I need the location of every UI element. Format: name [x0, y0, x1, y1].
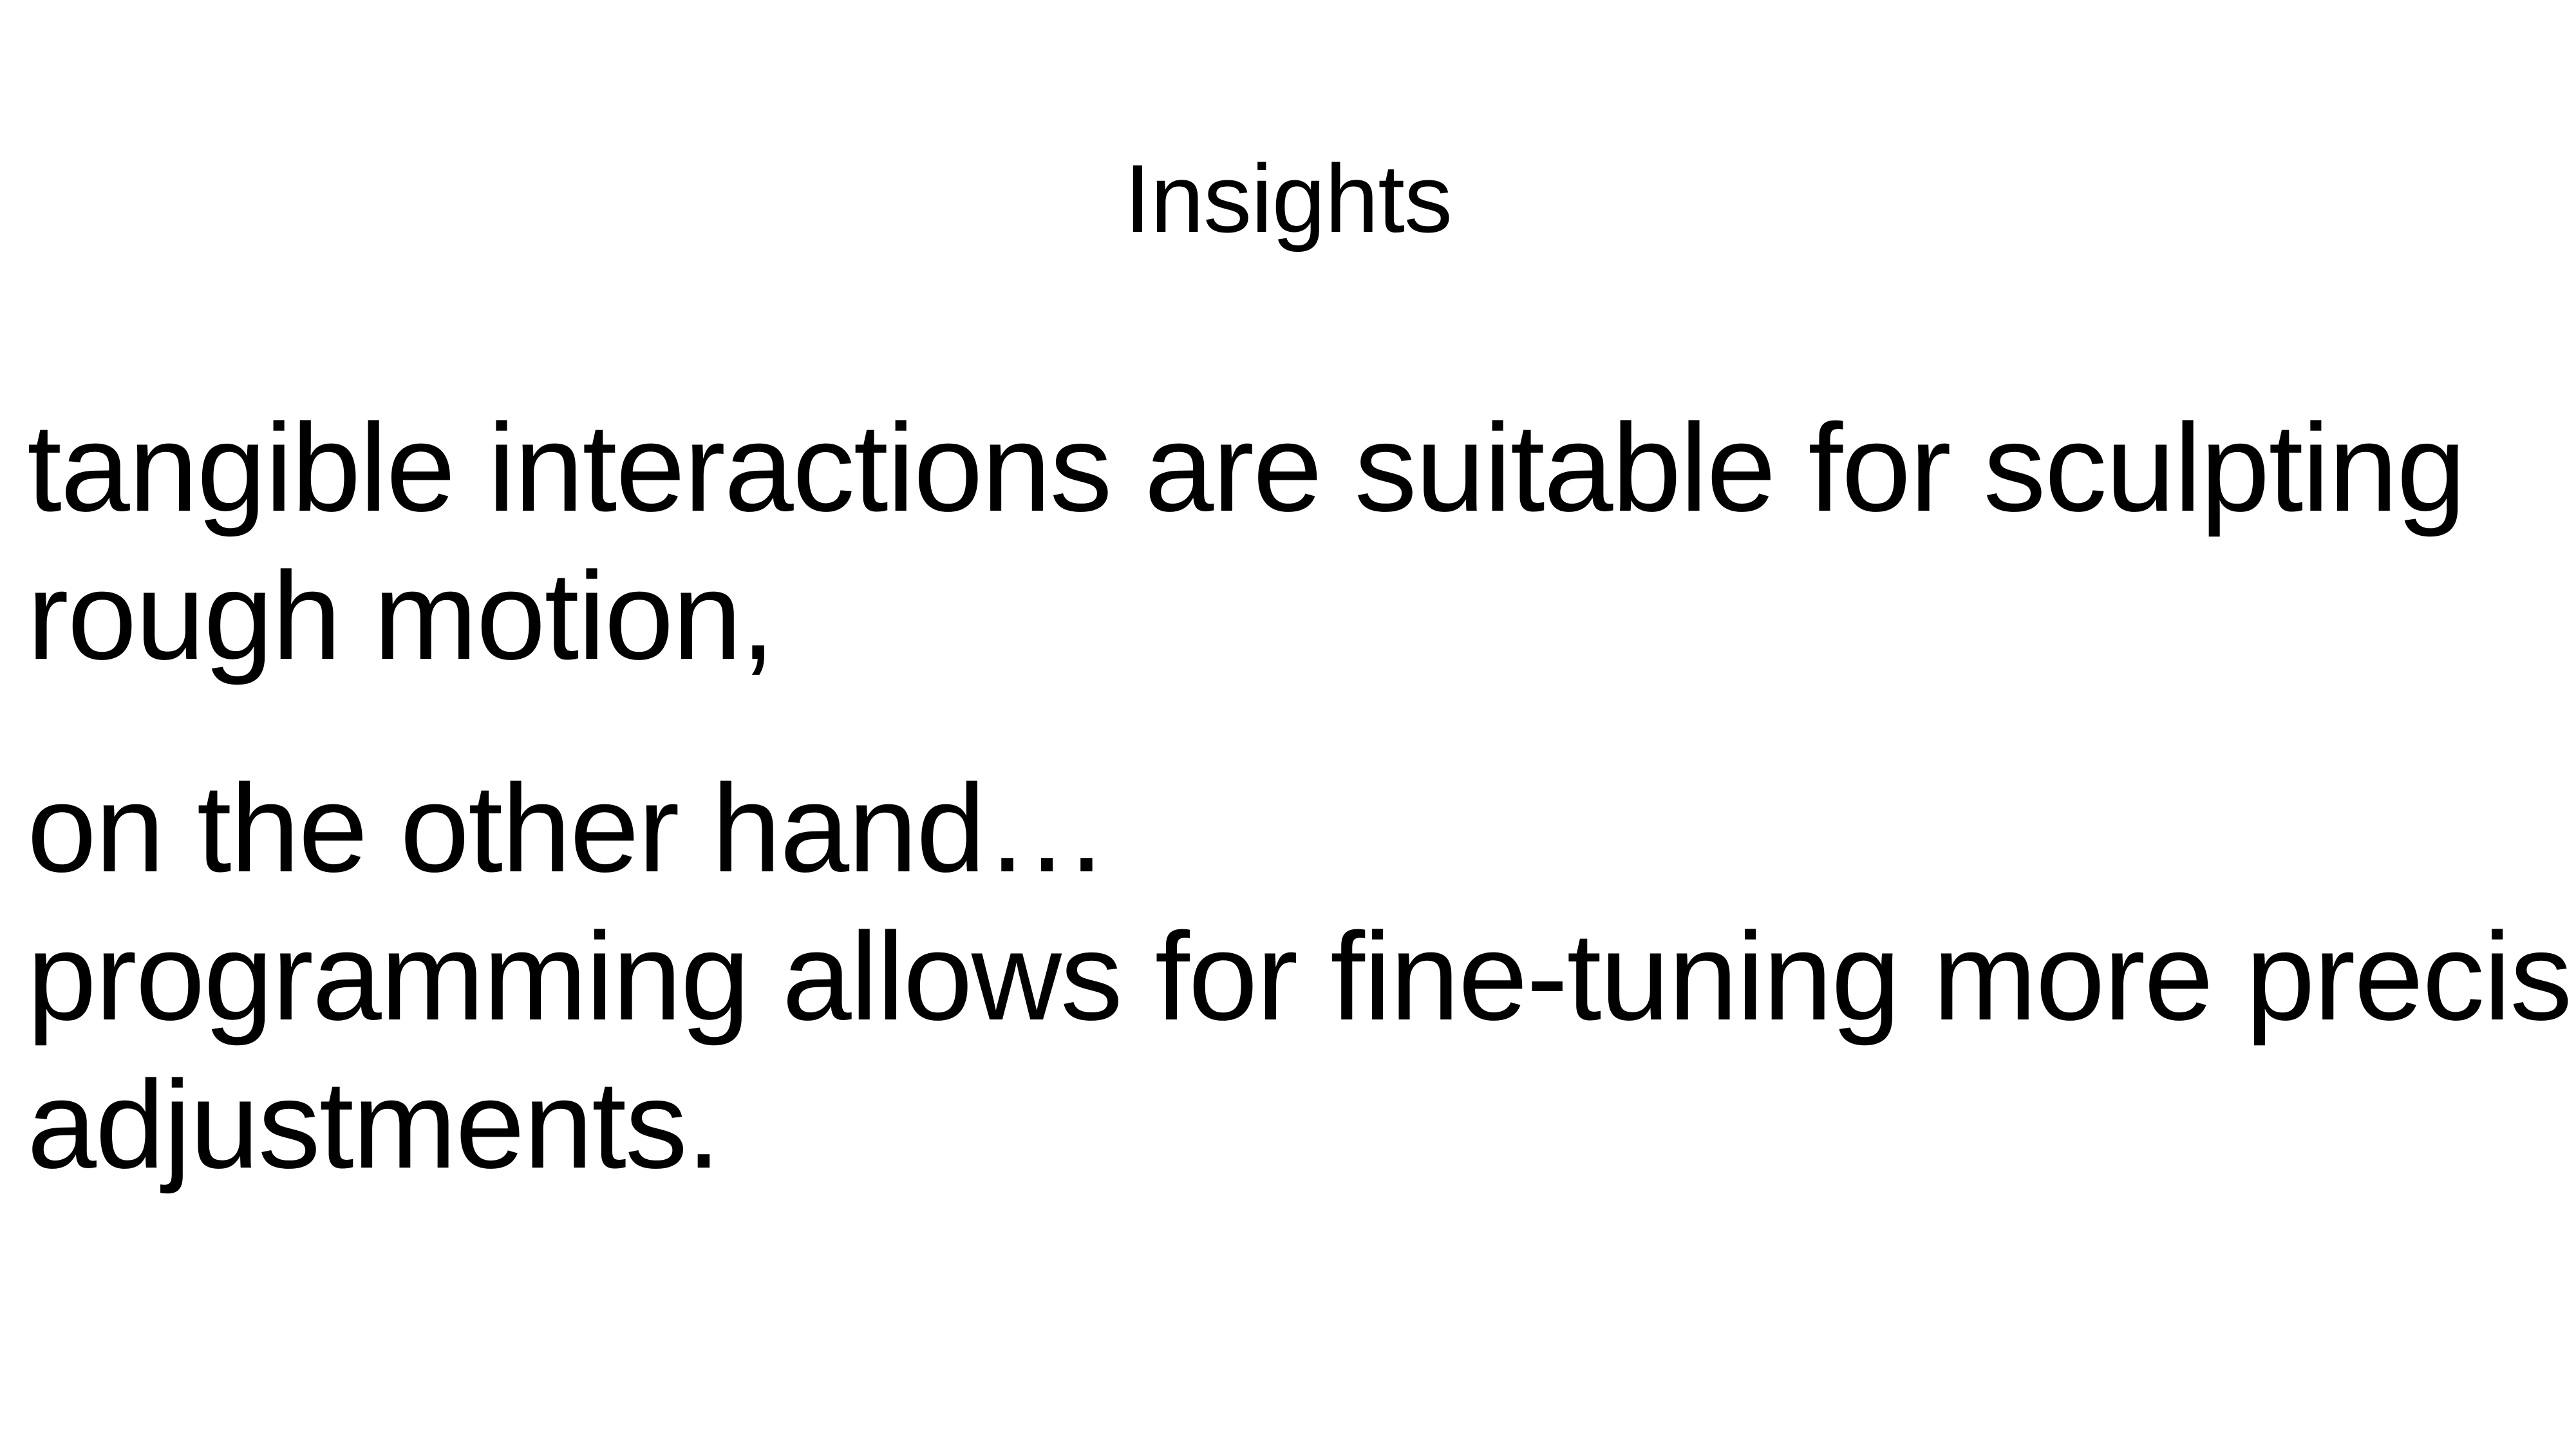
- slide: Insights tangible interactions are suita…: [0, 0, 2576, 1449]
- body-text-line: adjustments.: [27, 1055, 721, 1195]
- slide-title: Insights: [1124, 144, 1453, 252]
- slide-body: tangible interactions are suitable for s…: [27, 394, 2576, 1199]
- paragraph-tangible-interactions: tangible interactions are suitable for s…: [27, 394, 2557, 690]
- body-text-line: tangible interactions are suitable for s…: [27, 398, 2466, 538]
- paragraph-programming: on the other hand… programming allows fo…: [27, 755, 2576, 1199]
- body-text-line: rough motion,: [27, 546, 775, 686]
- body-text-line: on the other hand…: [27, 759, 1109, 898]
- body-text-line: programming allows for fine-tuning more …: [27, 907, 2576, 1046]
